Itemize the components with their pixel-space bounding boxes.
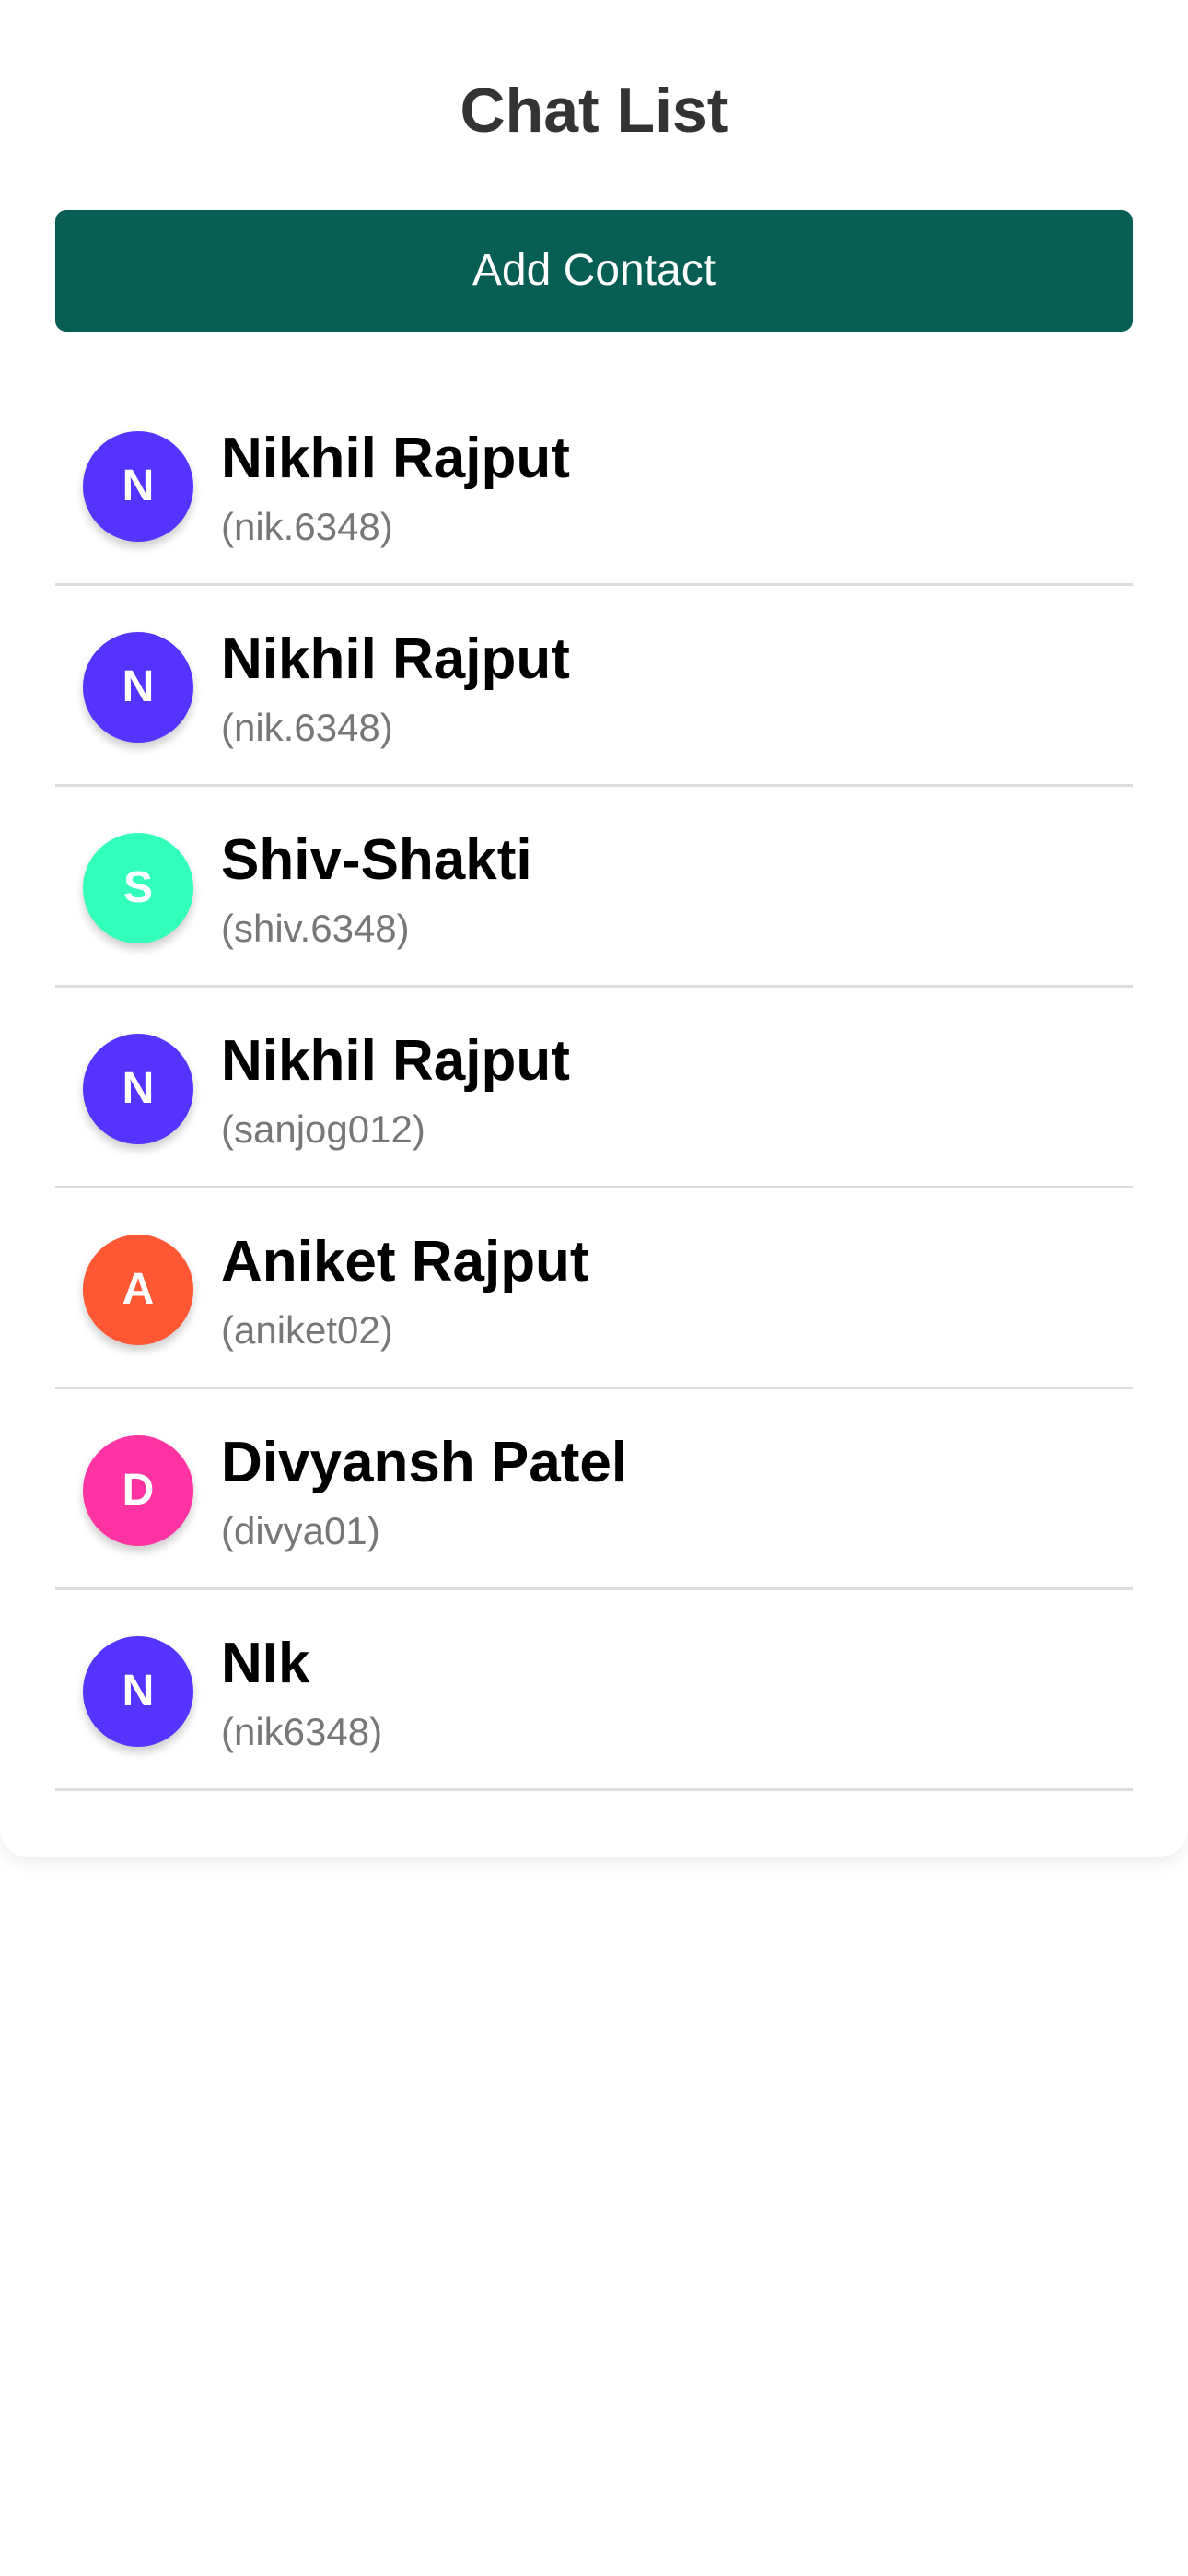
- contact-name: Nikhil Rajput: [221, 627, 570, 691]
- add-contact-button[interactable]: Add Contact: [55, 210, 1133, 332]
- page-title: Chat List: [460, 76, 728, 146]
- contact-item[interactable]: S Shiv-Shakti (shiv.6348): [55, 787, 1133, 988]
- contact-name: Shiv-Shakti: [221, 828, 532, 892]
- avatar: N: [83, 632, 193, 743]
- contact-name: Nikhil Rajput: [221, 1029, 570, 1093]
- contact-name: Divyansh Patel: [221, 1431, 628, 1494]
- contact-name: Aniket Rajput: [221, 1230, 589, 1294]
- contact-item[interactable]: D Divyansh Patel (divya01): [55, 1389, 1133, 1590]
- avatar: N: [83, 431, 193, 542]
- contact-item[interactable]: N Nikhil Rajput (nik.6348): [55, 385, 1133, 586]
- avatar: N: [83, 1034, 193, 1144]
- contact-item[interactable]: N NIk (nik6348): [55, 1590, 1133, 1791]
- contact-item[interactable]: N Nikhil Rajput (sanjog012): [55, 988, 1133, 1188]
- contact-username: (nik.6348): [221, 706, 393, 749]
- contact-username: (divya01): [221, 1509, 380, 1552]
- contact-username: (aniket02): [221, 1308, 393, 1352]
- contact-username: (nik.6348): [221, 505, 393, 548]
- contact-name: Nikhil Rajput: [221, 427, 570, 490]
- contact-item[interactable]: N Nikhil Rajput (nik.6348): [55, 586, 1133, 787]
- contact-name: NIk: [221, 1632, 310, 1695]
- avatar: A: [83, 1235, 193, 1345]
- contact-item[interactable]: A Aniket Rajput (aniket02): [55, 1188, 1133, 1389]
- avatar: S: [83, 833, 193, 943]
- contact-username: (sanjog012): [221, 1107, 425, 1151]
- avatar: D: [83, 1435, 193, 1546]
- contact-list: N Nikhil Rajput (nik.6348) N Nikhil Rajp…: [55, 385, 1133, 1791]
- avatar: N: [83, 1636, 193, 1747]
- contact-username: (shiv.6348): [221, 907, 410, 950]
- contact-username: (nik6348): [221, 1710, 383, 1753]
- chat-list-card: Chat List Add Contact N Nikhil Rajput (n…: [0, 0, 1188, 1857]
